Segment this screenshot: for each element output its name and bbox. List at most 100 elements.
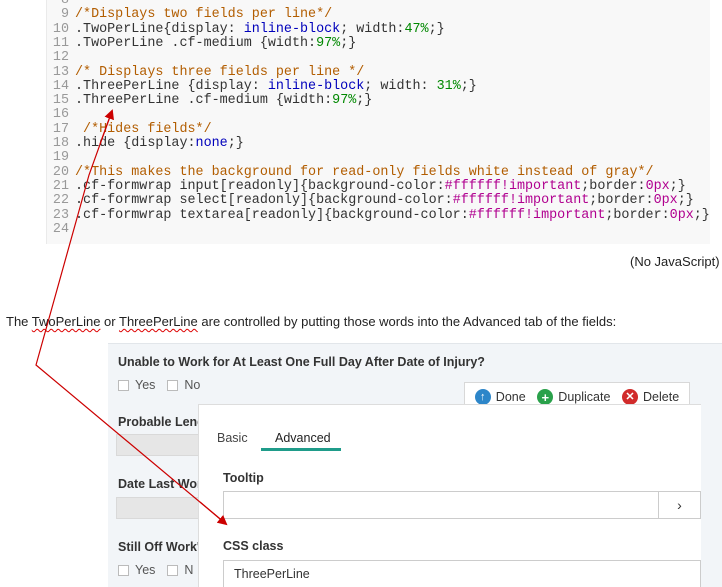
no-label-2: N: [184, 563, 194, 577]
line-number: 15: [52, 93, 69, 109]
line-number: 13: [52, 64, 69, 80]
code-token: .TwoPerLine .cf-medium {width:: [75, 35, 317, 51]
duplicate-button[interactable]: + Duplicate: [537, 389, 610, 405]
code-token: .hide {display:: [75, 136, 196, 151]
no-javascript-note: (No JavaScript): [630, 254, 720, 269]
code-token: none: [195, 136, 228, 151]
code-token: 0px: [653, 193, 678, 209]
line-number: 16: [52, 107, 69, 123]
line-number: 22: [52, 193, 69, 209]
code-line: 10 .TwoPerLine{display: inline-block; wid…: [47, 21, 445, 37]
line-number: 9: [60, 7, 69, 23]
code-token: .ThreePerLine {display:: [75, 78, 268, 94]
code-line: 15 .ThreePerLine .cf-medium {width:97%;}: [47, 94, 372, 108]
instruction-text: The TwoPerLine or ThreePerLine are contr…: [6, 314, 616, 329]
code-line: 20 /*This makes the background for read-o…: [47, 164, 654, 180]
yes-label-2: Yes: [135, 563, 156, 577]
code-text: .cf-formwrap input[readonly]{background-…: [69, 179, 686, 194]
tab-advanced[interactable]: Advanced: [275, 431, 331, 445]
x-circle-icon: ✕: [622, 389, 639, 405]
delete-label: Delete: [643, 390, 680, 404]
code-text: .hide {display:none;}: [69, 136, 244, 151]
form-builder-panel: Unable to Work for At Least One Full Day…: [108, 343, 722, 587]
css-class-input[interactable]: ThreePerLine: [223, 560, 701, 587]
line-number: 21: [52, 178, 69, 194]
code-token: .cf-formwrap textarea[readonly]{backgrou…: [75, 207, 469, 223]
code-token: ;}: [227, 136, 244, 151]
no-checkbox[interactable]: [167, 379, 179, 391]
code-token: 97%: [332, 93, 357, 109]
code-line: 18 .hide {display:none;}: [47, 137, 244, 151]
code-token: /* Displays three fields per line */: [75, 64, 365, 80]
code-token: ;border:: [589, 193, 654, 209]
no-label: No: [184, 378, 201, 392]
code-line: 12: [47, 51, 75, 65]
no-checkbox-2[interactable]: [167, 564, 179, 576]
code-token: 31%: [436, 78, 461, 94]
code-line: 11 .TwoPerLine .cf-medium {width:97%;}: [47, 35, 356, 51]
code-token: ;}: [669, 178, 686, 194]
plus-circle-icon: +: [537, 389, 554, 405]
code-token: inline-block: [243, 21, 341, 37]
tooltip-input[interactable]: ›: [223, 491, 701, 519]
code-token: ;border:: [581, 178, 646, 194]
delete-button[interactable]: ✕ Delete: [622, 389, 679, 405]
active-tab-indicator: [261, 448, 341, 451]
code-token: ;}: [677, 193, 694, 209]
code-token: 47%: [404, 21, 429, 37]
code-token: ;}: [460, 78, 477, 94]
code-text: .TwoPerLine .cf-medium {width:97%;}: [69, 36, 356, 51]
yes-no-options-2: Yes N: [118, 563, 193, 577]
line-number: 23: [52, 207, 69, 223]
code-line: 21 .cf-formwrap input[readonly]{backgroun…: [47, 178, 686, 194]
question-probable-length: Probable Leng: [118, 415, 205, 429]
code-token: !important: [508, 193, 590, 209]
code-token: 0px: [645, 178, 670, 194]
code-token: ;}: [428, 21, 445, 37]
code-token: 0px: [669, 207, 694, 223]
css-code-block: 8 9/*Displays two fields per line*/10 .Two…: [46, 0, 710, 244]
code-token: .cf-formwrap select[readonly]{background…: [75, 193, 453, 209]
code-token: !important: [525, 207, 606, 223]
arrow-up-circle-icon: ↑: [474, 389, 491, 405]
code-token: ;}: [340, 35, 357, 51]
line-number: 12: [52, 50, 69, 66]
yes-checkbox[interactable]: [118, 379, 129, 391]
probable-length-input[interactable]: [116, 434, 200, 456]
intro-word-threeperline: ThreePerLine: [119, 314, 198, 329]
question-still-off-work: Still Off Work': [118, 540, 200, 554]
code-token: .cf-formwrap input[readonly]{background-…: [75, 178, 445, 194]
yes-no-options-1: Yes No: [118, 378, 200, 392]
code-token: .ThreePerLine .cf-medium {width:: [75, 93, 333, 109]
code-token: ;}: [356, 93, 373, 109]
question-date-last-worked: Date Last Wor: [118, 477, 202, 491]
code-token: /*Hides fields*/: [75, 121, 212, 137]
line-number: 17: [52, 121, 69, 137]
intro-before: The: [6, 314, 32, 329]
line-number: 11: [52, 35, 69, 51]
tab-basic[interactable]: Basic: [217, 431, 248, 445]
code-text: /* Displays three fields per line */: [69, 65, 364, 80]
code-line: 16: [47, 108, 75, 122]
duplicate-label: Duplicate: [558, 390, 611, 404]
code-text: .cf-formwrap select[readonly]{background…: [69, 193, 694, 208]
code-text: /*Displays two fields per line*/: [69, 7, 332, 22]
code-token: #ffffff: [468, 207, 525, 223]
line-number: 10: [52, 21, 69, 37]
code-token: !important: [500, 178, 582, 194]
line-number: 20: [52, 164, 69, 180]
date-last-worked-input[interactable]: [116, 497, 200, 519]
intro-middle: or: [100, 314, 119, 329]
code-token: 97%: [316, 35, 341, 51]
code-line: 23 .cf-formwrap textarea[readonly]{backgr…: [47, 207, 710, 223]
code-line: 13 /* Displays three fields per line */: [47, 64, 364, 80]
code-token: ;border:: [605, 207, 670, 223]
line-number: 24: [52, 221, 69, 237]
code-token: .TwoPerLine{display:: [75, 21, 244, 37]
yes-checkbox-2[interactable]: [118, 564, 129, 576]
done-button[interactable]: ↑ Done: [474, 389, 526, 405]
chevron-right-icon[interactable]: ›: [658, 492, 700, 518]
code-line: 9 /*Displays two fields per line*/: [47, 8, 332, 22]
